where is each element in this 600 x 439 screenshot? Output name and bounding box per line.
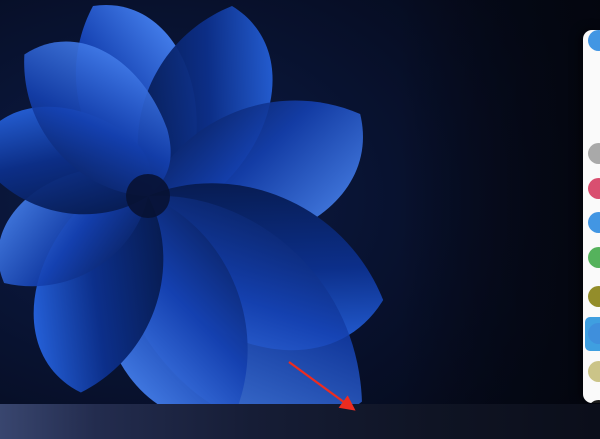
chat-avatar[interactable] — [588, 30, 600, 51]
chat-avatar[interactable] — [588, 178, 600, 199]
chat-avatar-selected[interactable] — [588, 361, 600, 382]
bloom-wallpaper-art — [0, 0, 600, 439]
chat-avatar[interactable] — [588, 286, 600, 307]
desktop-wallpaper — [0, 0, 600, 439]
side-panel-window[interactable] — [583, 30, 600, 403]
taskbar: Search — [0, 404, 600, 439]
chat-avatar[interactable] — [588, 143, 600, 164]
chat-avatar[interactable] — [588, 400, 600, 403]
chat-avatar[interactable] — [588, 212, 600, 233]
chat-avatar[interactable] — [588, 247, 600, 268]
desktop: Search — [0, 0, 600, 439]
